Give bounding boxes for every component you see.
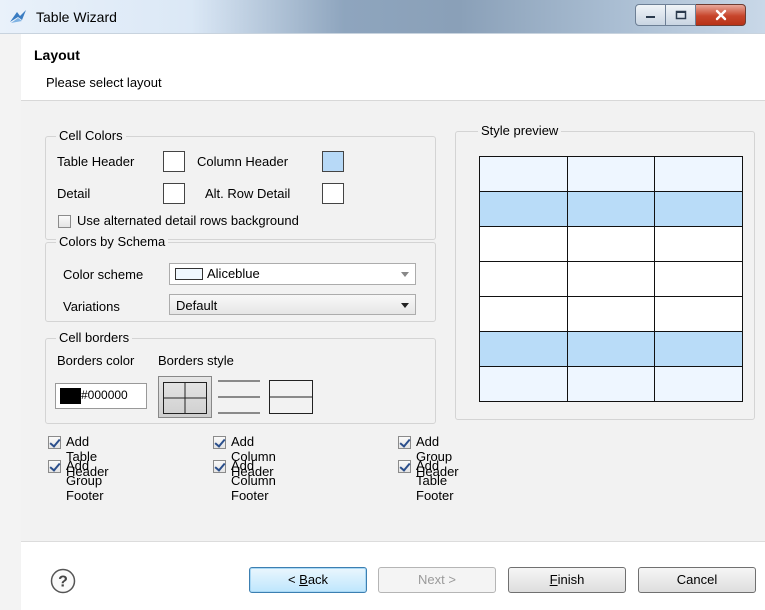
minimize-button[interactable] (635, 4, 666, 26)
close-icon (715, 9, 726, 21)
finish-button[interactable]: Finish (508, 567, 626, 593)
preview-cell (567, 191, 655, 227)
border-style-horizontal[interactable] (216, 380, 262, 414)
detail-color-swatch[interactable] (163, 183, 185, 204)
borders-style-label: Borders style (158, 353, 234, 368)
add-table-header-checkbox[interactable] (48, 436, 61, 449)
cancel-button[interactable]: Cancel (638, 567, 756, 593)
preview-cell (654, 156, 743, 192)
color-scheme-label: Color scheme (63, 267, 144, 282)
preview-cell (654, 366, 743, 402)
add-group-footer-checkbox[interactable] (48, 460, 61, 473)
window-left-edge (0, 34, 21, 610)
chevron-down-icon (401, 303, 409, 308)
borders-color-button[interactable]: #000000 (55, 383, 147, 409)
page-title: Layout (34, 47, 80, 63)
preview-cell (654, 226, 743, 262)
cell-borders-legend: Cell borders (56, 330, 133, 345)
colors-by-schema-legend: Colors by Schema (56, 234, 169, 249)
preview-cell (567, 296, 655, 332)
back-rest: ack (307, 572, 329, 587)
back-button[interactable]: < Back (249, 567, 367, 593)
preview-cell (479, 331, 568, 367)
close-button[interactable] (696, 4, 746, 26)
finish-rest: inish (557, 572, 585, 587)
preview-cell (654, 191, 743, 227)
next-button[interactable]: Next > (378, 567, 496, 593)
preview-cell (654, 331, 743, 367)
add-column-footer-label: Add Column Footer (231, 458, 276, 503)
all-borders-icon (163, 382, 207, 414)
chevron-down-icon (401, 272, 409, 277)
minimize-icon (645, 16, 655, 18)
finish-mnemonic: F (549, 572, 558, 587)
alt-row-detail-label: Alt. Row Detail (205, 186, 291, 201)
cell-colors-legend: Cell Colors (56, 128, 126, 143)
border-style-outline[interactable] (268, 379, 314, 415)
add-table-footer-checkbox[interactable] (398, 460, 411, 473)
preview-cell (479, 191, 568, 227)
maximize-button[interactable] (666, 4, 696, 26)
preview-cell (654, 261, 743, 297)
variations-select[interactable]: Default (169, 294, 416, 315)
style-preview-legend: Style preview (478, 123, 562, 138)
svg-text:?: ? (58, 574, 68, 591)
add-group-header-checkbox[interactable] (398, 436, 411, 449)
page-subtitle: Please select layout (46, 75, 162, 90)
next-label: Next > (418, 572, 456, 587)
borders-color-label: Borders color (57, 353, 135, 368)
preview-cell (567, 331, 655, 367)
color-scheme-value: Aliceblue (207, 266, 260, 281)
preview-cell (479, 366, 568, 402)
preview-cell (479, 226, 568, 262)
preview-cell (479, 261, 568, 297)
table-header-label: Table Header (57, 154, 135, 169)
detail-label: Detail (57, 186, 91, 201)
color-scheme-combo[interactable]: Aliceblue (169, 263, 416, 285)
footer-divider (21, 541, 765, 542)
wizard-header (21, 34, 765, 100)
add-table-footer-label: Add Table Footer (416, 458, 454, 503)
preview-cell (479, 156, 568, 192)
borders-color-swatch (60, 388, 81, 404)
preview-cell (479, 296, 568, 332)
app-icon (8, 8, 28, 26)
column-header-label: Column Header (197, 154, 289, 169)
back-prefix: < (287, 572, 300, 587)
use-alternated-label: Use alternated detail rows background (77, 213, 299, 228)
add-column-footer-checkbox[interactable] (213, 460, 226, 473)
window-title: Table Wizard (36, 9, 117, 25)
preview-cell (567, 366, 655, 402)
border-style-all[interactable] (158, 376, 212, 418)
preview-cell (567, 226, 655, 262)
add-column-header-checkbox[interactable] (213, 436, 226, 449)
color-scheme-swatch (175, 268, 203, 280)
borders-color-value: #000000 (81, 388, 128, 402)
variations-label: Variations (63, 299, 120, 314)
horizontal-borders-icon (218, 380, 260, 414)
alt-row-detail-color-swatch[interactable] (322, 183, 344, 204)
cancel-label: Cancel (676, 572, 718, 587)
variations-value: Default (176, 298, 218, 313)
preview-cell (654, 296, 743, 332)
style-preview-table (479, 156, 743, 402)
table-header-color-swatch[interactable] (163, 151, 185, 172)
add-group-footer-label: Add Group Footer (66, 458, 104, 503)
back-mnemonic: B (299, 572, 308, 587)
use-alternated-checkbox[interactable] (58, 215, 71, 228)
column-header-color-swatch[interactable] (322, 151, 344, 172)
preview-cell (567, 156, 655, 192)
preview-cell (567, 261, 655, 297)
help-icon[interactable]: ? (50, 568, 76, 594)
maximize-icon (675, 10, 686, 20)
outline-borders-icon (269, 380, 313, 414)
